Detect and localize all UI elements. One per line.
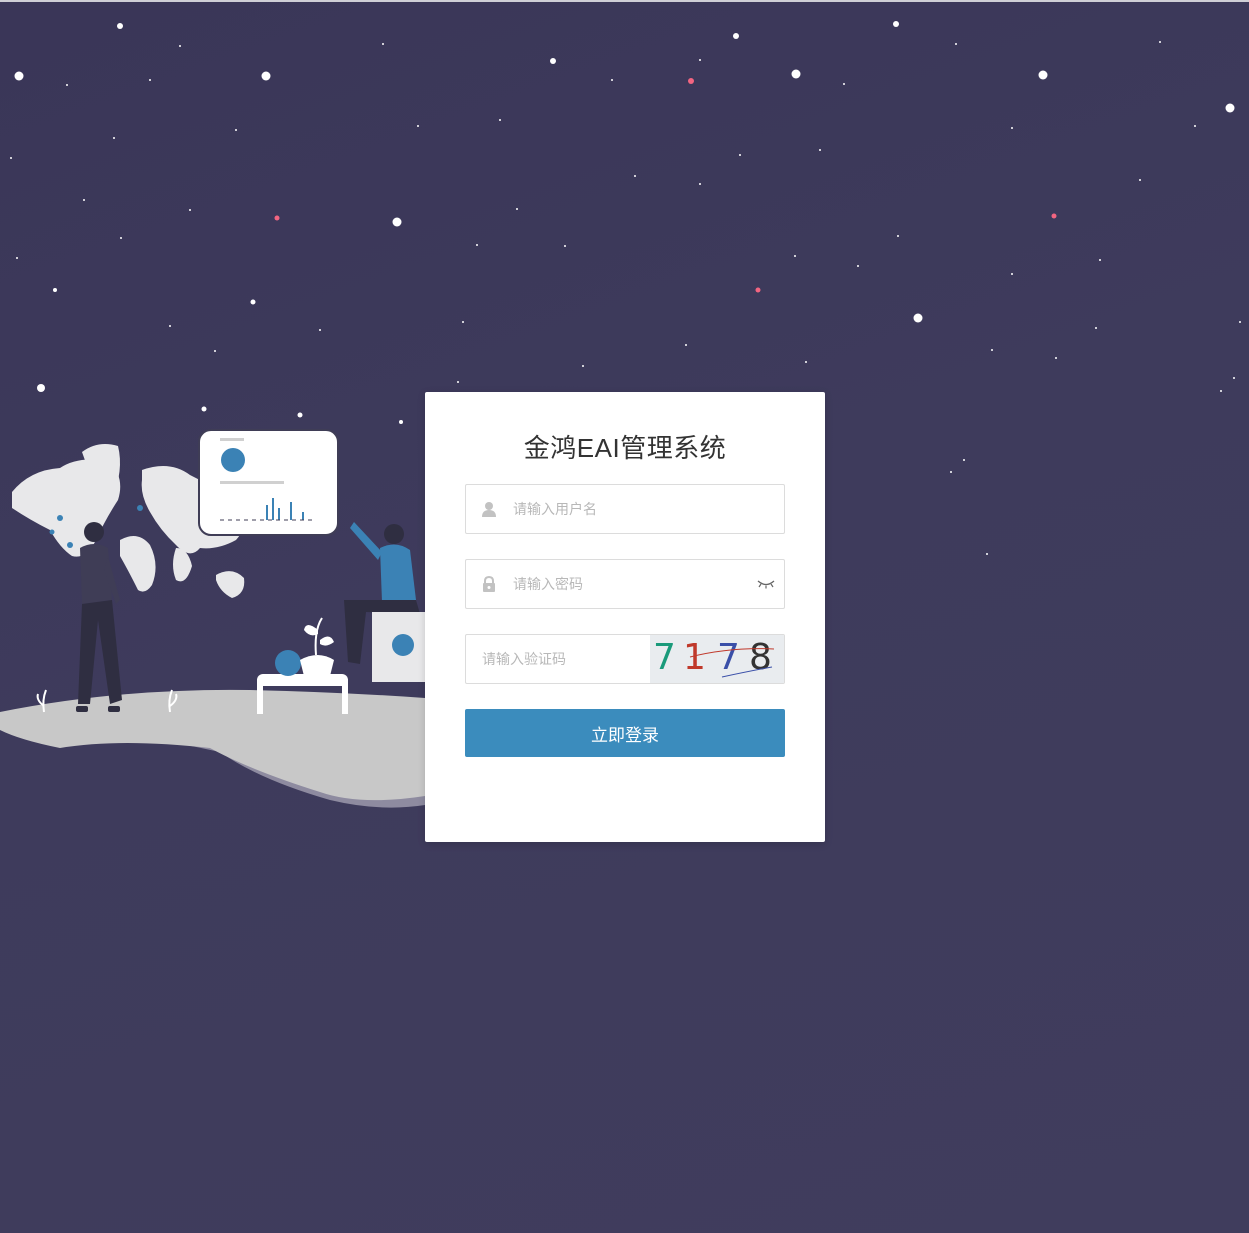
- login-card: 金鸿EAI管理系统 7 1 7 8: [425, 392, 825, 842]
- user-icon: [482, 502, 496, 517]
- chart-card-illustration: [198, 429, 339, 536]
- sitting-person-illustration: [344, 522, 425, 682]
- lock-icon: [483, 576, 495, 592]
- ground-island: [0, 689, 425, 808]
- login-button[interactable]: 立即登录: [465, 709, 785, 757]
- password-field[interactable]: [465, 559, 785, 609]
- username-field[interactable]: [465, 484, 785, 534]
- username-input[interactable]: [511, 485, 755, 533]
- captcha-input[interactable]: [480, 635, 644, 683]
- captcha-noise-lines: [689, 648, 775, 678]
- captcha-field[interactable]: 7 1 7 8: [465, 634, 785, 684]
- standing-person-illustration: [76, 522, 122, 712]
- password-input[interactable]: [511, 560, 755, 608]
- red-stars: [274, 78, 1057, 293]
- page-title: 金鸿EAI管理系统: [523, 433, 727, 463]
- captcha-image[interactable]: 7 1 7 8: [650, 635, 784, 683]
- eye-closed-icon[interactable]: [757, 579, 775, 589]
